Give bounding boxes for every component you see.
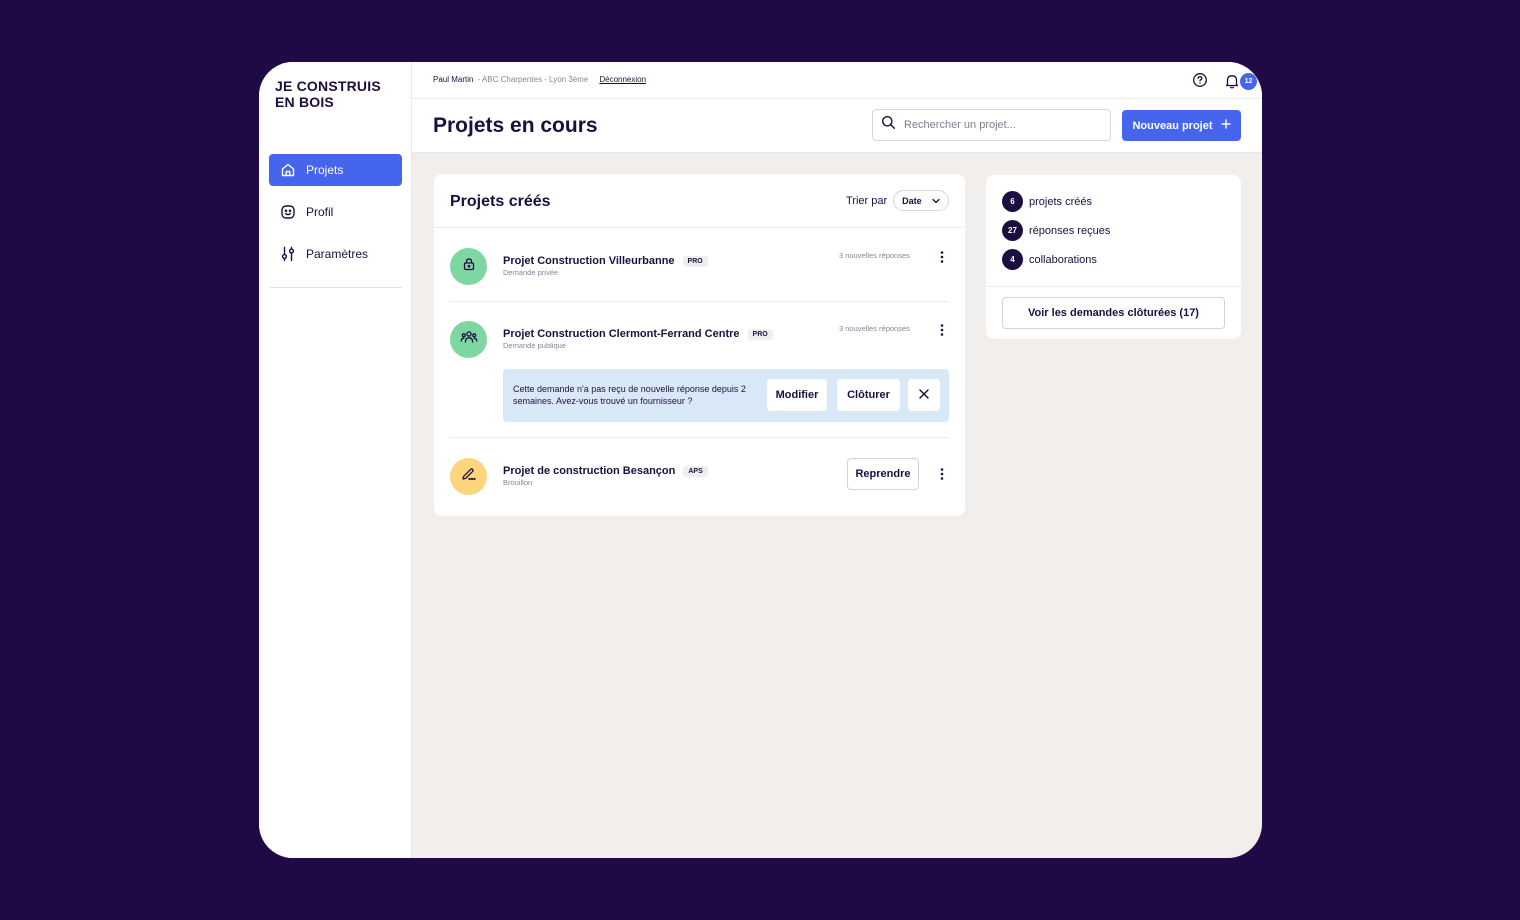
search-input[interactable] bbox=[904, 119, 1094, 131]
user-context: - ABC Charpentes - Lyon 3ème bbox=[477, 75, 589, 84]
sidebar-item-label: Profil bbox=[306, 205, 334, 219]
project-responses: 3 nouvelles réponses bbox=[839, 251, 910, 260]
notification-badge: 12 bbox=[1240, 73, 1257, 90]
chevron-down-icon bbox=[932, 196, 940, 206]
project-avatar bbox=[450, 248, 487, 285]
search-icon bbox=[881, 115, 896, 135]
stat-label: projets créés bbox=[1029, 195, 1092, 208]
project-name: Projet de construction Besançon bbox=[503, 465, 676, 477]
stat-collaborations: 4 collaborations bbox=[1002, 249, 1097, 270]
project-info: Projet Construction Villeurbanne PRO Dem… bbox=[503, 255, 708, 277]
alert-message: Cette demande n'a pas reçu de nouvelle r… bbox=[513, 384, 746, 406]
stats-divider bbox=[986, 286, 1241, 287]
sidebar-nav: Projets Profil Paramètres bbox=[269, 154, 402, 280]
project-row[interactable]: Projet Construction Villeurbanne PRO Dem… bbox=[450, 248, 949, 288]
project-avatar bbox=[450, 321, 487, 358]
sort-value: Date bbox=[902, 195, 922, 206]
project-subtitle: Demande privée bbox=[503, 268, 559, 277]
plus-icon bbox=[1220, 119, 1231, 132]
stats-card: 6 projets créés 27 réponses reçues 4 col… bbox=[986, 175, 1241, 339]
sidebar-item-projets[interactable]: Projets bbox=[269, 154, 402, 186]
stat-label: collaborations bbox=[1029, 253, 1097, 266]
header-divider bbox=[412, 98, 1262, 99]
sidebar-item-parametres[interactable]: Paramètres bbox=[269, 238, 402, 270]
stat-projects: 6 projets créés bbox=[1002, 191, 1092, 212]
card-title: Projets créés bbox=[450, 193, 551, 210]
more-options-icon[interactable] bbox=[936, 249, 948, 265]
projects-card: Projets créés Trier par Date Projet Cons… bbox=[434, 174, 965, 516]
resume-button[interactable]: Reprendre bbox=[847, 458, 919, 490]
more-options-icon[interactable] bbox=[936, 466, 948, 482]
new-project-label: Nouveau projet bbox=[1132, 119, 1213, 132]
app-window: JE CONSTRUIS EN BOIS Projets Profil Para… bbox=[259, 62, 1262, 858]
user-info: Paul Martin - ABC Charpentes - Lyon 3ème… bbox=[433, 75, 646, 84]
sliders-icon bbox=[279, 245, 297, 263]
sidebar-item-label: Paramètres bbox=[306, 247, 369, 261]
smiley-icon bbox=[279, 203, 297, 221]
project-name: Projet Construction Clermont-Ferrand Cen… bbox=[503, 328, 740, 340]
search-box[interactable] bbox=[872, 109, 1111, 141]
sort-control: Trier par Date bbox=[846, 190, 950, 211]
project-row[interactable]: Projet Construction Clermont-Ferrand Cen… bbox=[450, 321, 949, 361]
project-info: Projet de construction Besançon APS Brou… bbox=[503, 465, 708, 487]
card-header-divider bbox=[434, 227, 965, 228]
new-project-button[interactable]: Nouveau projet bbox=[1122, 110, 1241, 141]
project-responses: 3 nouvelles réponses bbox=[839, 324, 910, 333]
project-tag: APS bbox=[683, 465, 708, 477]
more-options-icon[interactable] bbox=[936, 322, 948, 338]
dismiss-alert-button[interactable] bbox=[908, 379, 940, 411]
home-icon bbox=[279, 161, 297, 179]
sidebar-divider bbox=[269, 287, 402, 288]
project-subtitle: Demande publique bbox=[503, 341, 566, 350]
bell-icon[interactable] bbox=[1224, 72, 1240, 90]
modify-button[interactable]: Modifier bbox=[767, 379, 827, 411]
project-tag: PRO bbox=[747, 328, 773, 340]
inactivity-alert: Cette demande n'a pas reçu de nouvelle r… bbox=[503, 369, 949, 422]
page-title: Projets en cours bbox=[433, 114, 598, 137]
lock-icon bbox=[462, 257, 476, 276]
stat-count: 4 bbox=[1002, 249, 1023, 270]
row-divider bbox=[450, 437, 949, 438]
row-divider bbox=[450, 301, 949, 302]
project-subtitle: Brouillon bbox=[503, 478, 533, 487]
project-name: Projet Construction Villeurbanne bbox=[503, 255, 675, 267]
stat-count: 27 bbox=[1002, 220, 1023, 241]
group-icon bbox=[460, 330, 478, 349]
stat-responses: 27 réponses reçues bbox=[1002, 220, 1110, 241]
project-info: Projet Construction Clermont-Ferrand Cen… bbox=[503, 328, 773, 350]
logout-link[interactable]: Déconnexion bbox=[599, 75, 646, 84]
top-header: Paul Martin - ABC Charpentes - Lyon 3ème… bbox=[412, 62, 1262, 153]
stat-label: réponses reçues bbox=[1029, 224, 1111, 237]
project-tag: PRO bbox=[682, 255, 708, 267]
sidebar-item-profil[interactable]: Profil bbox=[269, 196, 402, 228]
brand-logo[interactable]: JE CONSTRUIS EN BOIS bbox=[275, 78, 395, 110]
closed-requests-button[interactable]: Voir les demandes clôturées (17) bbox=[1002, 297, 1225, 329]
close-icon bbox=[919, 388, 929, 402]
user-name: Paul Martin bbox=[433, 75, 474, 84]
sidebar-item-label: Projets bbox=[306, 163, 344, 177]
sidebar: JE CONSTRUIS EN BOIS Projets Profil Para… bbox=[259, 62, 412, 858]
sort-select[interactable]: Date bbox=[893, 190, 950, 211]
sort-label: Trier par bbox=[846, 194, 888, 207]
pencil-icon bbox=[461, 467, 477, 486]
project-avatar bbox=[450, 458, 487, 495]
stat-count: 6 bbox=[1002, 191, 1023, 212]
close-request-button[interactable]: Clôturer bbox=[837, 379, 900, 411]
help-icon[interactable] bbox=[1192, 72, 1208, 88]
